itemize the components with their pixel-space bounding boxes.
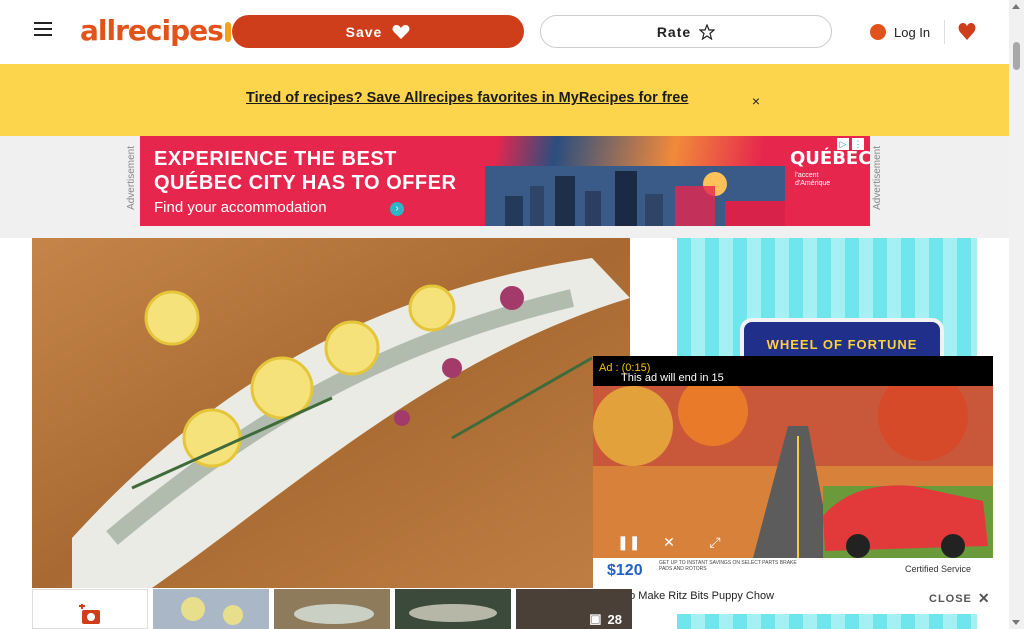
menu-icon[interactable] [34, 22, 52, 36]
photo-gallery-icon: ▣ [589, 611, 602, 626]
video-player[interactable]: Ad : (0:15) This ad will end in 15 ❚❚ ✕ … [593, 356, 993, 614]
mute-icon[interactable]: ✕ [659, 532, 679, 552]
ad-certified-text: Certified Service [905, 564, 972, 574]
allrecipes-logo[interactable]: allrecipes [80, 14, 231, 48]
ad-arrow-icon: › [390, 202, 404, 216]
banner-link[interactable]: Tired of recipes? Save Allrecipes favori… [246, 90, 734, 106]
close-icon: ✕ [977, 590, 991, 606]
star-icon [699, 23, 716, 40]
video-frame [593, 386, 993, 558]
login-link[interactable]: Log In [870, 20, 930, 44]
scroll-down-icon[interactable] [1012, 620, 1020, 625]
ad-brand: QUÉBEC [790, 148, 870, 169]
page-scrollbar[interactable] [1009, 0, 1024, 629]
ad-cta: Find your accommodation [154, 199, 327, 216]
rate-button[interactable]: Rate [540, 15, 832, 48]
gallery-thumb[interactable] [274, 589, 390, 629]
city-skyline-image [485, 166, 785, 226]
video-ad-footer: $120 GET UP TO INSTANT SAVINGS ON SELECT… [593, 558, 993, 582]
banner-close-icon[interactable]: × [748, 93, 764, 109]
adchoices-icon[interactable]: ▷ [837, 138, 849, 150]
recipe-hero-image [32, 238, 630, 588]
scroll-thumb[interactable] [1013, 42, 1020, 70]
ad-brand-sub: l'accent d'Amérique [795, 172, 831, 187]
gallery-thumb[interactable] [395, 589, 511, 629]
ad-info-icon[interactable]: ⋮ [852, 138, 864, 150]
close-video-button[interactable]: CLOSE ✕ [929, 590, 991, 607]
logo-text: allrecipes [80, 14, 224, 47]
close-label: CLOSE [929, 592, 972, 605]
heart-icon [392, 24, 410, 39]
save-label: Save [345, 23, 383, 40]
quebec-ad-banner[interactable]: EXPERIENCE THE BEST QUÉBEC CITY HAS TO O… [140, 136, 870, 226]
ad-headline-2: QUÉBEC CITY HAS TO OFFER [154, 172, 457, 194]
fullscreen-icon[interactable]: ⤢ [705, 532, 725, 552]
advertisement-label: Advertisement [126, 146, 137, 210]
ad-price: $120 [607, 562, 643, 579]
photo-count: ▣ 28 [589, 611, 622, 627]
video-top-bar: Ad : (0:15) This ad will end in 15 [593, 356, 993, 386]
advertisement-label: Advertisement [872, 146, 883, 210]
rate-label: Rate [656, 23, 692, 40]
add-photo-icon [79, 604, 100, 624]
ad-fine-print: GET UP TO INSTANT SAVINGS ON SELECT PART… [659, 560, 797, 572]
login-label: Log In [894, 24, 931, 40]
ad-headline-1: EXPERIENCE THE BEST [154, 148, 397, 170]
scroll-up-icon[interactable] [1012, 4, 1020, 9]
play-pause-icon[interactable]: ❚❚ [617, 532, 640, 552]
photo-count-value: 28 [607, 611, 622, 627]
add-photo-button[interactable] [32, 589, 148, 629]
header-divider [944, 20, 945, 44]
gallery-thumb-more[interactable]: ▣ 28 [516, 589, 632, 629]
user-icon [870, 24, 886, 40]
photo-gallery-strip: ▣ 28 [32, 589, 632, 629]
video-title-bar: How to Make Ritz Bits Puppy Chow CLOSE ✕ [593, 582, 993, 614]
ad-end-text: This ad will end in 15 [621, 372, 724, 384]
gallery-thumb[interactable] [153, 589, 269, 629]
save-button[interactable]: Save [232, 15, 524, 48]
favorites-heart-icon[interactable] [958, 20, 976, 42]
